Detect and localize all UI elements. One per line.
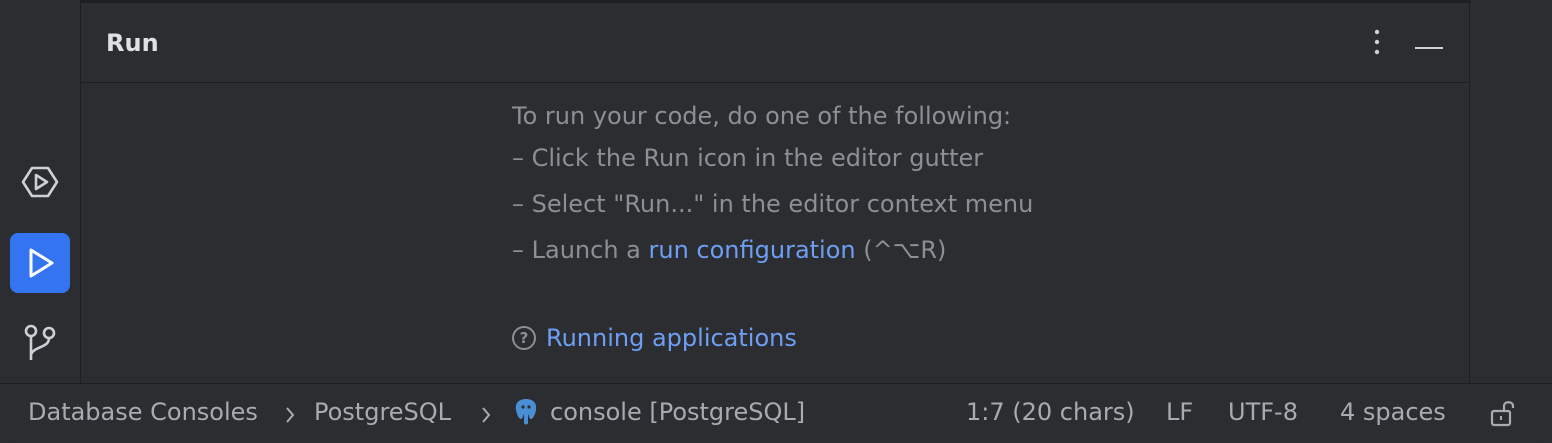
run-configuration-shortcut: (^⌥R) — [855, 236, 947, 264]
run-configuration-link[interactable]: run configuration — [649, 236, 856, 264]
breadcrumb-item[interactable]: PostgreSQL — [314, 398, 451, 426]
line-separator[interactable]: LF — [1166, 398, 1193, 426]
version-control-button[interactable] — [10, 312, 70, 372]
run-tool-button[interactable] — [10, 233, 70, 293]
option-3-prefix: – Launch a — [512, 236, 649, 264]
services-icon — [20, 162, 60, 202]
file-encoding[interactable]: UTF-8 — [1228, 398, 1298, 426]
more-vertical-icon — [1373, 28, 1381, 60]
breadcrumb-item[interactable]: Database Consoles — [28, 398, 258, 426]
caret-position[interactable]: 1:7 (20 chars) — [966, 398, 1135, 426]
empty-state-option-3: – Launch a run configuration (^⌥R) — [512, 238, 946, 262]
empty-state-intro: To run your code, do one of the followin… — [512, 102, 1012, 130]
unlock-icon[interactable] — [1489, 398, 1517, 434]
indent-setting[interactable]: 4 spaces — [1340, 398, 1446, 426]
run-icon — [22, 245, 58, 281]
panel-header: Run — [81, 3, 1469, 83]
running-applications-link[interactable]: Running applications — [546, 326, 797, 350]
tool-window-bar — [0, 0, 80, 383]
chevron-right-icon — [284, 403, 296, 431]
empty-state-option-1: – Click the Run icon in the editor gutte… — [512, 144, 984, 172]
chevron-right-icon — [480, 403, 492, 431]
breadcrumb-item[interactable]: console [PostgreSQL] — [550, 398, 805, 426]
minimize-icon — [1415, 35, 1443, 54]
postgresql-icon — [512, 397, 540, 433]
help-icon: ? — [512, 326, 536, 350]
run-tool-window: Run To run your code, do one of the foll… — [80, 3, 1470, 383]
status-bar: Database Consoles PostgreSQL console [Po… — [0, 383, 1552, 443]
right-tool-bar — [1471, 0, 1552, 383]
minimize-button[interactable] — [1412, 27, 1446, 61]
help-row: ? Running applications — [512, 326, 797, 350]
panel-title: Run — [106, 29, 159, 57]
ide-window: Run To run your code, do one of the foll… — [0, 0, 1552, 443]
more-options-button[interactable] — [1360, 27, 1394, 61]
services-button[interactable] — [10, 152, 70, 212]
empty-state-option-2: – Select "Run..." in the editor context … — [512, 190, 1034, 218]
git-branch-icon — [20, 322, 60, 362]
